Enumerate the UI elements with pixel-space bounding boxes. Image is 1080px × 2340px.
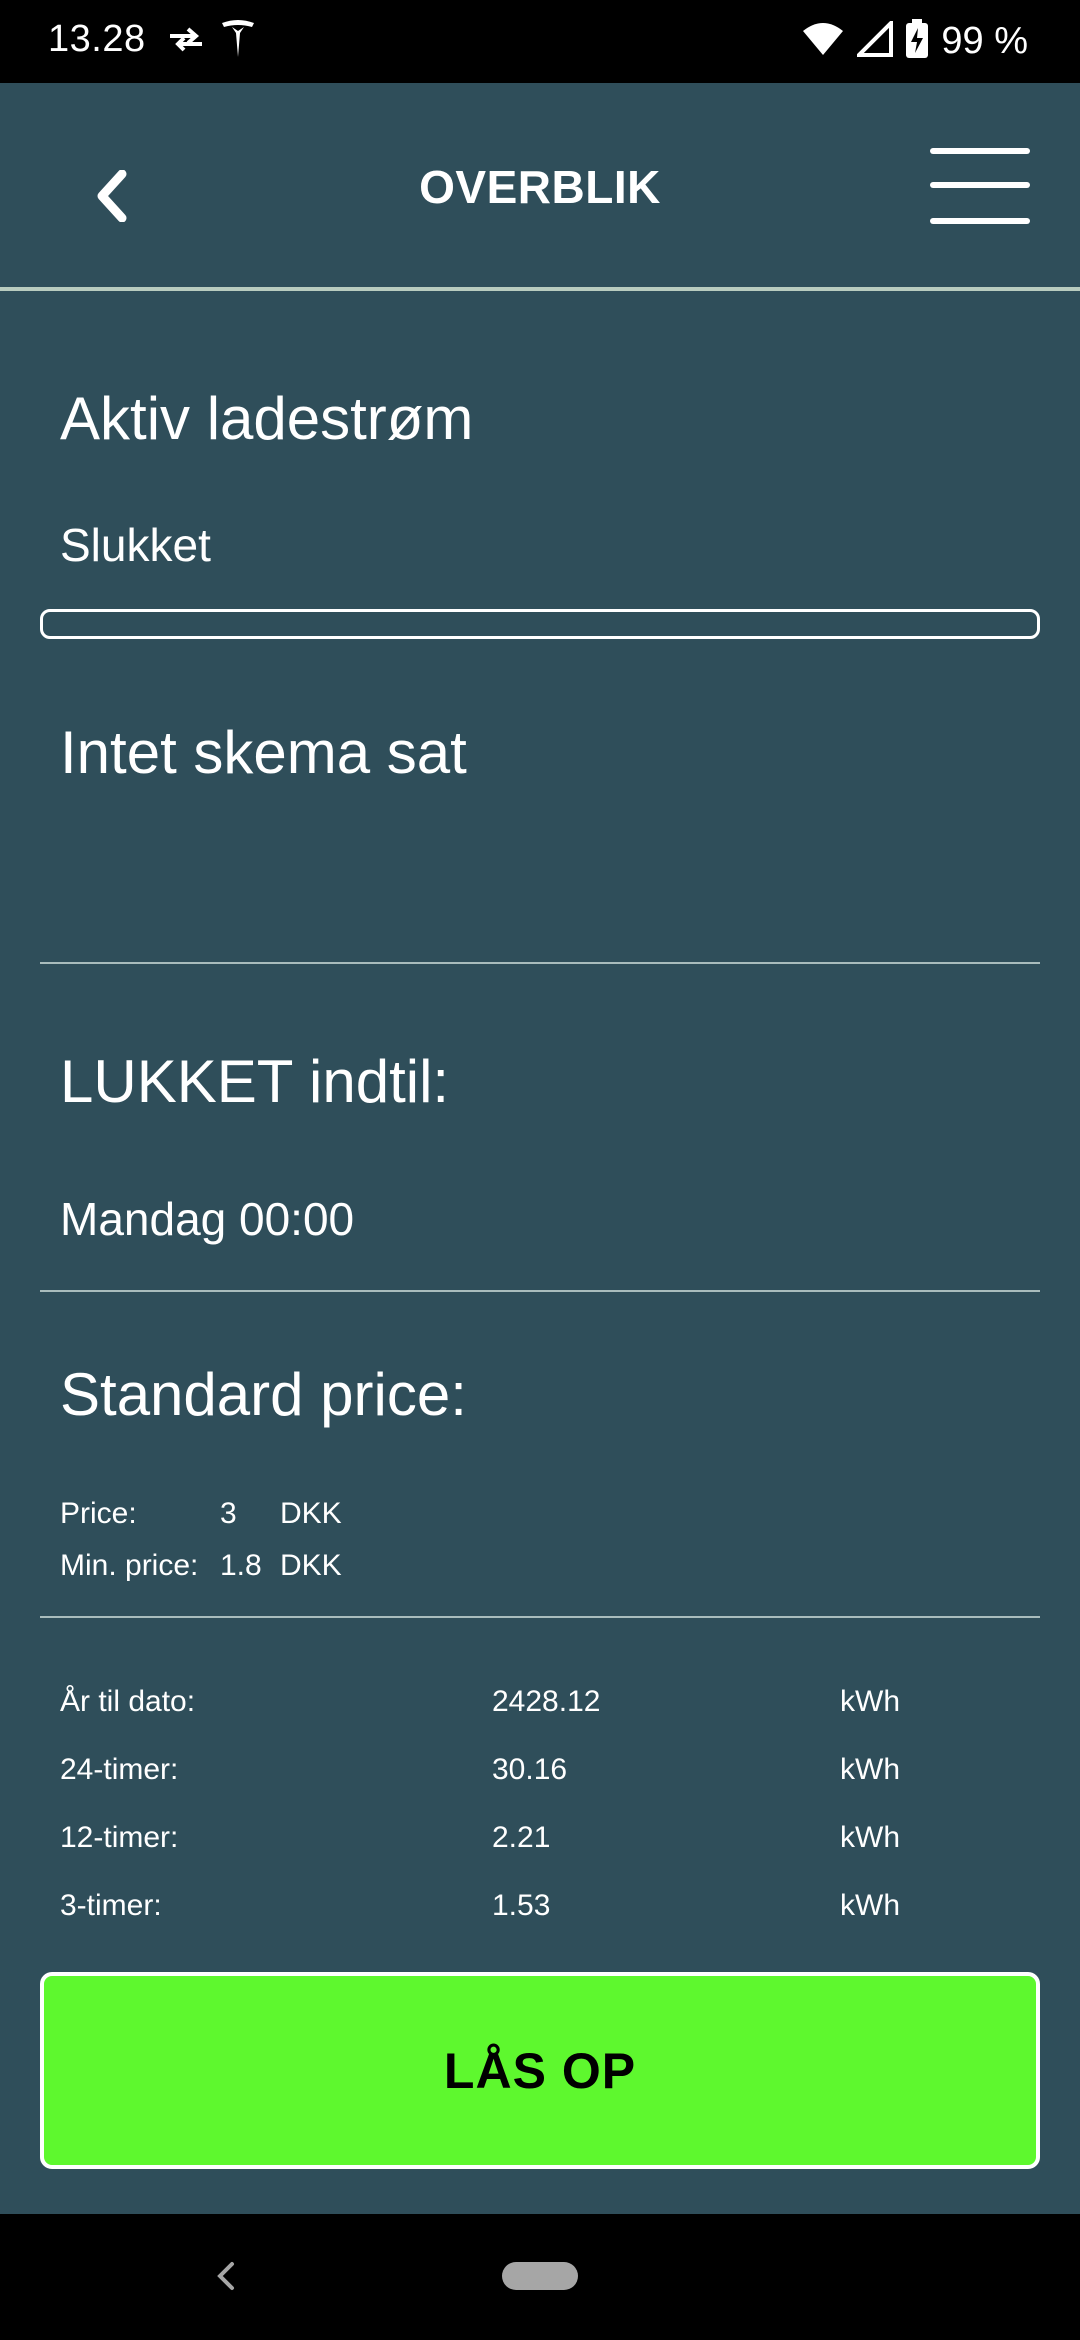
charging-heading: Aktiv ladestrøm bbox=[60, 385, 474, 452]
price-unit: DKK bbox=[280, 1497, 342, 1530]
price-row: Price: 3 DKK bbox=[60, 1488, 342, 1540]
system-nav-bar bbox=[0, 2214, 1080, 2340]
menu-button[interactable] bbox=[928, 144, 1032, 234]
stats-unit: kWh bbox=[840, 1889, 900, 1922]
stats-value: 30.16 bbox=[492, 1753, 568, 1786]
lock-until: Mandag 00:00 bbox=[60, 1193, 355, 1245]
stats-unit: kWh bbox=[840, 1753, 900, 1786]
stats-label: 24-timer: bbox=[60, 1753, 179, 1786]
min-price-unit: DKK bbox=[280, 1549, 342, 1582]
status-time: 13.28 bbox=[48, 18, 146, 60]
page-title: OVERBLIK bbox=[419, 161, 661, 213]
divider bbox=[40, 1290, 1040, 1292]
price-label: Price: bbox=[60, 1497, 137, 1530]
price-table: Price: 3 DKK Min. price: 1.8 DKK bbox=[60, 1488, 342, 1592]
stats-label: År til dato: bbox=[60, 1685, 196, 1718]
lock-heading: LUKKET indtil: bbox=[60, 1048, 450, 1115]
schedule-heading: Intet skema sat bbox=[60, 719, 467, 786]
status-bar: 13.28 99 % bbox=[0, 0, 1080, 83]
nav-back-icon bbox=[217, 2262, 234, 2290]
unlock-button[interactable]: LÅS OP bbox=[40, 1972, 1040, 2169]
hamburger-menu-icon bbox=[930, 148, 1030, 154]
stats-row: 3-timer: 1.53 kWh bbox=[60, 1872, 1020, 1940]
stats-label: 3-timer: bbox=[60, 1889, 162, 1922]
charging-status: Slukket bbox=[60, 519, 211, 571]
min-price-row: Min. price: 1.8 DKK bbox=[60, 1540, 342, 1592]
price-value: 3 bbox=[220, 1497, 237, 1530]
stats-value: 2.21 bbox=[492, 1821, 551, 1854]
min-price-value: 1.8 bbox=[220, 1549, 262, 1582]
tesla-logo-icon bbox=[220, 19, 256, 64]
stats-unit: kWh bbox=[840, 1821, 900, 1854]
charging-progress-bar bbox=[40, 609, 1040, 639]
battery-charging-icon bbox=[905, 18, 929, 64]
wifi-icon bbox=[801, 21, 845, 62]
stats-unit: kWh bbox=[840, 1685, 900, 1718]
status-right-icons: 99 % bbox=[801, 16, 1028, 66]
cell-signal-icon bbox=[854, 17, 894, 62]
battery-percentage: 99 % bbox=[941, 19, 1028, 62]
nav-back-button[interactable] bbox=[205, 2248, 245, 2304]
stats-row: År til dato: 2428.12 kWh bbox=[60, 1668, 1020, 1736]
header-divider bbox=[0, 287, 1080, 291]
stats-row: 24-timer: 30.16 kWh bbox=[60, 1736, 1020, 1804]
stats-value: 1.53 bbox=[492, 1889, 551, 1922]
data-transfer-icon bbox=[166, 24, 206, 59]
divider bbox=[40, 1616, 1040, 1618]
min-price-label: Min. price: bbox=[60, 1549, 199, 1582]
nav-home-pill[interactable] bbox=[502, 2262, 578, 2290]
status-left-icons bbox=[166, 18, 256, 64]
consumption-stats-table: År til dato: 2428.12 kWh 24-timer: 30.16… bbox=[60, 1668, 1020, 1940]
divider bbox=[40, 962, 1040, 964]
stats-row: 12-timer: 2.21 kWh bbox=[60, 1804, 1020, 1872]
stats-label: 12-timer: bbox=[60, 1821, 179, 1854]
stats-value: 2428.12 bbox=[492, 1685, 601, 1718]
standard-price-heading: Standard price: bbox=[60, 1361, 467, 1428]
